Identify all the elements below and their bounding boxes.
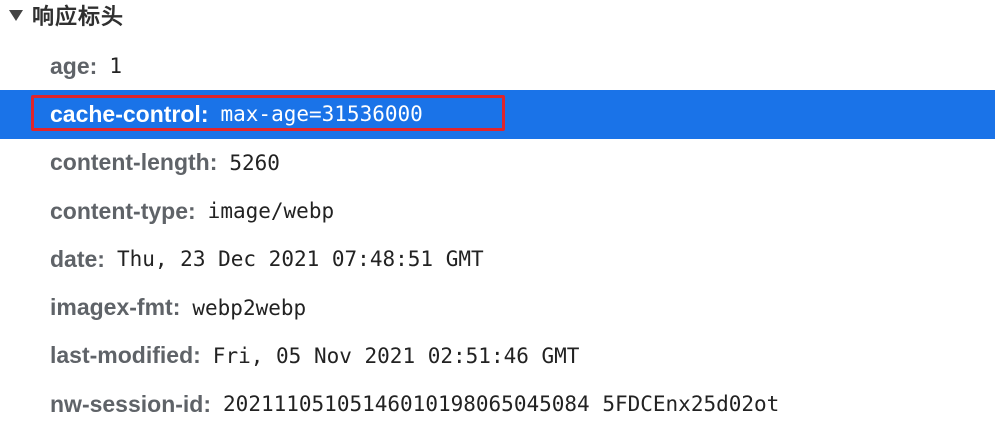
header-colon: : [97,245,105,272]
header-name: imagex-fmt [50,294,173,321]
header-name: content-length [50,149,210,176]
header-row-content-length[interactable]: content-length:5260 [0,139,995,187]
header-colon: : [209,149,218,176]
response-headers-section-header[interactable]: 响应标头 [0,0,995,30]
header-colon: : [188,197,196,224]
triangle-down-icon[interactable] [9,9,23,21]
header-name: age [50,52,90,79]
header-value: image/webp [207,199,335,224]
header-name: nw-session-id [50,390,204,417]
header-name: last-modified [50,342,194,369]
header-name: date [50,245,98,272]
header-value: 1 [109,54,122,79]
header-colon: : [89,52,98,79]
header-colon: : [193,342,201,369]
response-headers-list: age:1 cache-control: max-age=31536000 con… [0,42,995,428]
header-row-age[interactable]: age:1 [0,42,995,90]
header-row-last-modified[interactable]: last-modified: Fri, 05 Nov 2021 02:51:46 … [0,332,995,380]
header-name: cache-control [50,100,201,127]
header-value: max-age=31536000 [220,102,423,127]
header-row-imagex-fmt[interactable]: imagex-fmt: webp2webp [0,283,995,331]
header-colon: : [203,390,212,417]
header-colon: : [200,100,209,127]
header-value: 5260 [229,150,280,175]
header-row-nw-session-id[interactable]: nw-session-id:20211105105146010198065045… [0,380,995,428]
header-value: webp2webp [192,295,307,320]
header-value: Thu, 23 Dec 2021 07:48:51 GMT [116,247,484,272]
header-colon: : [172,294,181,321]
header-value: Fri, 05 Nov 2021 02:51:46 GMT [212,343,580,368]
header-row-cache-control[interactable]: cache-control: max-age=31536000 [0,90,995,139]
header-row-content-type[interactable]: content-type: image/webp [0,187,995,235]
header-row-date[interactable]: date: Thu, 23 Dec 2021 07:48:51 GMT [0,235,995,283]
section-title: 响应标头 [32,5,125,30]
header-name: content-type [50,197,188,224]
header-value: 20211105105146010198065045084 5FDCEnx25d… [223,392,780,417]
